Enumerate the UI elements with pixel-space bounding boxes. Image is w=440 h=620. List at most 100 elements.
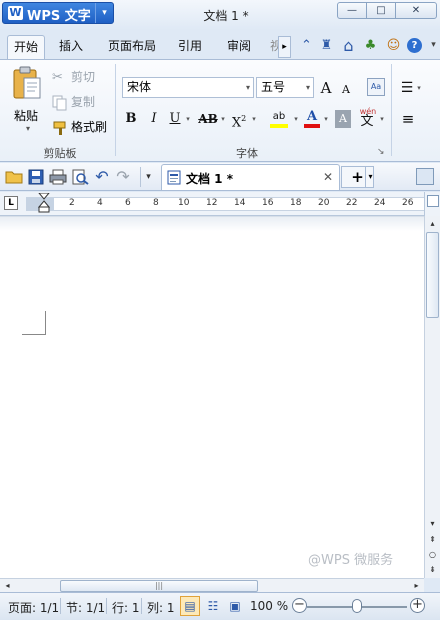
zoom-percent[interactable]: 100 %	[250, 599, 288, 613]
zoom-out-button[interactable]: −	[292, 598, 307, 613]
zoom-in-button[interactable]: +	[410, 598, 425, 613]
document-tab[interactable]: 文档 1 * ✕	[161, 164, 340, 190]
bullet-list-button[interactable]: ☰	[399, 77, 415, 99]
community-icon[interactable]: ♣	[362, 37, 379, 54]
tab-references[interactable]: 引用	[172, 35, 208, 59]
bold-button[interactable]: B	[123, 108, 139, 130]
align-left-button[interactable]: ≡	[399, 108, 417, 130]
chevron-down-icon[interactable]: ▾	[292, 108, 300, 130]
horizontal-ruler: L 2 4 6 8 10 12 14 16 18 20 22 24 26	[0, 192, 424, 216]
open-folder-icon[interactable]	[4, 167, 24, 187]
chevron-down-icon[interactable]: ▾	[378, 108, 386, 130]
document-tab-label: 文档 1 *	[186, 172, 233, 186]
minimize-button[interactable]: —	[337, 2, 367, 19]
tab-review[interactable]: 审阅	[221, 35, 257, 59]
chevron-down-icon[interactable]: ▾	[184, 108, 192, 130]
cut-label: 剪切	[71, 70, 96, 84]
cut-button[interactable]: ✂ 剪切	[52, 68, 95, 86]
undo-icon[interactable]: ↶	[92, 167, 112, 187]
format-painter-button[interactable]: 格式刷	[52, 118, 107, 136]
tab-home[interactable]: 开始	[7, 35, 46, 59]
previous-page-button[interactable]: ⇞	[425, 532, 440, 547]
phonetic-guide-button[interactable]: wén 文	[356, 107, 378, 130]
shrink-font-button[interactable]: A	[339, 79, 353, 101]
vertical-scrollbar[interactable]: ▴ ▾ ⇞ ○ ⇟	[424, 216, 440, 578]
ruler-toggle-icon	[427, 195, 439, 207]
chevron-down-icon[interactable]: ▾	[250, 108, 258, 130]
ruler-tick: 20	[318, 198, 330, 208]
paste-icon[interactable]	[12, 66, 42, 100]
format-painter-label: 格式刷	[71, 120, 108, 134]
close-icon[interactable]: ✕	[323, 170, 333, 184]
highlight-button[interactable]: ab	[268, 108, 290, 130]
save-icon[interactable]	[26, 167, 46, 187]
grow-font-button[interactable]: A	[317, 77, 335, 99]
chevron-down-icon[interactable]: ▾	[425, 37, 440, 54]
status-divider	[141, 598, 142, 614]
close-button[interactable]: ✕	[395, 2, 437, 19]
outline-view-button[interactable]: ☷	[203, 596, 223, 616]
chevron-down-icon[interactable]: ▾	[26, 124, 30, 133]
title-bar: W WPS 文字 ▾ 文档 1 * — □ ✕	[0, 0, 440, 30]
ribbon-panel: 粘贴 ▾ ✂ 剪切 复制 格式刷 剪贴板 宋体 ▾ 五号 ▾ A A Aa B I…	[0, 59, 440, 162]
print-preview-icon[interactable]	[70, 167, 90, 187]
underline-button[interactable]: U	[168, 108, 182, 130]
maximize-button[interactable]: □	[366, 2, 396, 19]
document-icon	[167, 170, 181, 185]
select-browse-object-button[interactable]: ○	[425, 547, 440, 562]
page-view-button[interactable]: ▤	[180, 596, 200, 616]
scroll-down-button[interactable]: ▾	[425, 516, 440, 531]
paste-button-label[interactable]: 粘贴	[14, 107, 38, 124]
plus-icon: +	[351, 168, 364, 186]
horizontal-scrollbar[interactable]: ◂ ||| ▸	[0, 578, 424, 592]
horizontal-scroll-thumb[interactable]: |||	[60, 580, 258, 592]
group-divider	[391, 64, 392, 156]
italic-button[interactable]: I	[146, 108, 162, 130]
character-shading-button[interactable]: A	[335, 110, 351, 128]
zoom-slider-thumb[interactable]	[352, 599, 362, 613]
new-tab-button[interactable]: + ▾	[341, 166, 374, 188]
margin-corner-mark	[22, 311, 46, 335]
strikethrough-button[interactable]: AB	[197, 108, 219, 130]
ruler-tick: 14	[234, 198, 246, 208]
superscript-button[interactable]: X2	[231, 108, 247, 130]
shirt-skin-icon[interactable]: ♜	[318, 37, 335, 54]
print-icon[interactable]	[48, 167, 68, 187]
chevron-down-icon[interactable]: ▾	[219, 108, 227, 130]
tab-view[interactable]: 视	[268, 35, 278, 59]
redo-icon[interactable]: ↷	[113, 167, 133, 187]
home-icon[interactable]: ⌂	[340, 37, 357, 54]
chevron-down-icon[interactable]: ▾	[415, 77, 423, 99]
font-size-value: 五号	[261, 80, 286, 94]
next-page-button[interactable]: ⇟	[425, 562, 440, 577]
font-color-swatch	[304, 124, 320, 128]
ruler-settings-button[interactable]	[424, 192, 440, 216]
toolbar-more-button[interactable]: ▾	[140, 167, 156, 187]
tabs-scroll-right-button[interactable]: ▸	[278, 36, 291, 58]
caret-up-icon[interactable]: ⌃	[298, 37, 315, 54]
clear-format-icon[interactable]: Aa	[367, 78, 385, 96]
help-icon[interactable]: ?	[407, 38, 422, 53]
scroll-right-button[interactable]: ▸	[409, 578, 424, 593]
wps-writer-window: W WPS 文字 ▾ 文档 1 * — □ ✕ 开始 插入 页面布局 引用 审阅…	[0, 0, 440, 620]
font-color-button[interactable]: A	[303, 108, 321, 130]
font-group-label: 字体	[236, 147, 258, 160]
font-color-label: A	[306, 109, 318, 124]
font-size-select[interactable]: 五号 ▾	[256, 77, 314, 98]
tab-insert[interactable]: 插入	[53, 35, 89, 59]
status-line: 行: 1	[112, 601, 140, 615]
web-view-button[interactable]: ▣	[225, 596, 245, 616]
task-pane-toggle-icon[interactable]	[416, 168, 434, 185]
document-canvas[interactable]: @WPS 微服务	[0, 216, 424, 578]
scroll-left-button[interactable]: ◂	[0, 578, 15, 593]
copy-button[interactable]: 复制	[52, 93, 95, 111]
font-dialog-launcher-icon[interactable]: ↘	[377, 147, 385, 157]
scroll-up-button[interactable]: ▴	[425, 216, 440, 231]
tab-page-layout[interactable]: 页面布局	[102, 35, 162, 59]
phonetic-label: 文	[360, 114, 374, 129]
user-avatar-icon[interactable]: ☺	[385, 37, 402, 54]
clipboard-group-label: 剪贴板	[43, 147, 77, 160]
font-name-select[interactable]: 宋体 ▾	[122, 77, 254, 98]
chevron-down-icon[interactable]: ▾	[322, 108, 330, 130]
vertical-scroll-thumb[interactable]	[426, 232, 439, 318]
